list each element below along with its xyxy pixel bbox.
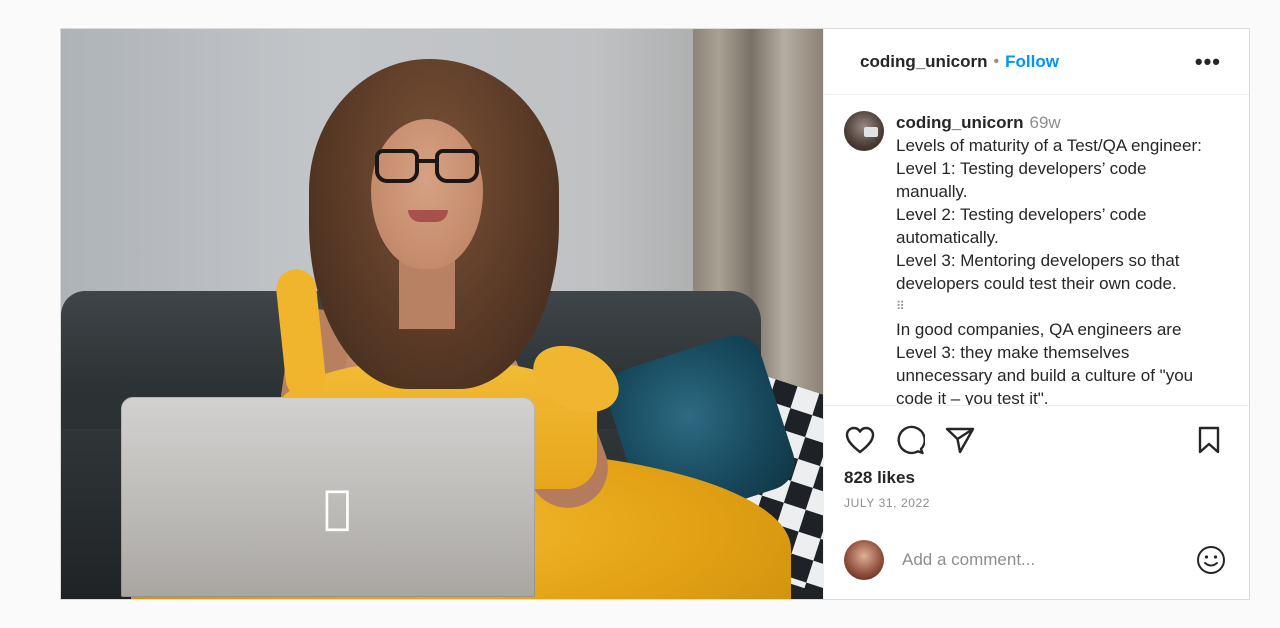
emoji-icon[interactable] [1195,544,1227,576]
follow-button[interactable]: Follow [1005,52,1059,72]
caption-line: developers could test their own code. [896,274,1177,293]
caption-line: code it – you test it". [896,389,1049,405]
comment-input[interactable] [900,549,1195,571]
caption-text: coding_unicorn 69w Levels of maturity of … [896,111,1202,405]
send-icon[interactable] [944,424,976,456]
photo-glasses [375,149,479,185]
header-username[interactable]: coding_unicorn [860,52,988,72]
caption-line: manually. [896,182,968,201]
caption-line: Levels of maturity of a Test/QA engineer… [896,136,1202,155]
current-user-avatar [844,540,884,580]
caption-line: In good companies, QA engineers are [896,320,1182,339]
bookmark-icon[interactable] [1193,424,1225,456]
post-date: JULY 31, 2022 [844,496,931,510]
caption-line: automatically. [896,228,999,247]
caption-line: Level 2: Testing developers’ code [896,205,1147,224]
caption-line: Level 1: Testing developers’ code [896,159,1147,178]
photo-lips [408,210,448,222]
apple-logo-icon:  [313,483,361,531]
likes-count[interactable]: 828 likes [844,468,1229,488]
caption-header: coding_unicorn 69w [896,113,1061,132]
header-separator-dot: • [993,52,1000,70]
caption-area: coding_unicorn 69w Levels of maturity of … [824,95,1249,405]
action-bar [844,422,1229,458]
post-photo[interactable]:  [61,29,823,599]
caption-line: unnecessary and build a culture of "you [896,366,1194,385]
caption-line: Level 3: Mentoring developers so that [896,251,1180,270]
caption-separator: ⠿ [896,299,905,313]
caption-time-ago[interactable]: 69w [1030,113,1061,132]
comment-bar [824,521,1249,599]
photo-face [371,119,483,269]
post-actions: 828 likes JULY 31, 2022 [824,405,1249,510]
more-options-icon[interactable]: ••• [1195,50,1221,72]
author-avatar[interactable] [844,111,884,151]
comment-icon[interactable] [894,424,926,456]
post-side-panel: coding_unicorn • Follow ••• coding_unico… [823,29,1249,599]
heart-icon[interactable] [844,424,876,456]
caption-username[interactable]: coding_unicorn [896,113,1024,132]
instagram-post:  coding_unicorn • Follow ••• coding_uni… [60,28,1250,600]
post-header: coding_unicorn • Follow ••• [824,29,1249,95]
caption-line: Level 3: they make themselves [896,343,1130,362]
